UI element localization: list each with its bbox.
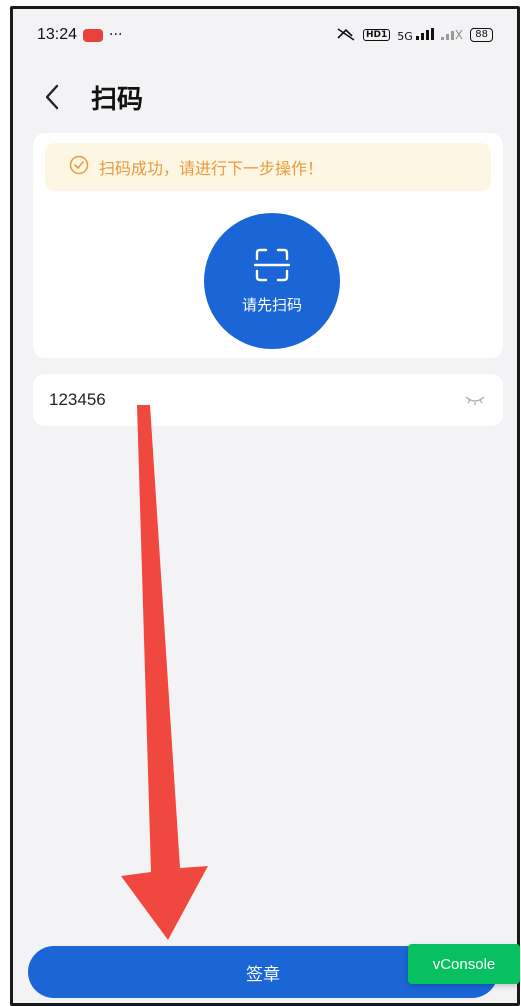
more-notifications-icon: ···	[109, 27, 123, 43]
hd-badge: HD1	[362, 29, 391, 41]
phone-screen: 13:24 ··· HD1 5G 88 扫码 扫码成功，请进行下一步操作！ 请先…	[10, 6, 520, 1006]
scan-button[interactable]: 请先扫码	[204, 213, 340, 349]
status-time: 13:24	[37, 26, 78, 43]
silent-icon	[336, 27, 356, 44]
password-row	[33, 374, 503, 426]
nav-bar: 扫码	[13, 61, 517, 133]
password-input[interactable]	[49, 390, 463, 410]
scan-button-label: 请先扫码	[241, 295, 302, 314]
check-circle-icon	[69, 155, 89, 179]
signal-2-icon	[441, 28, 463, 43]
notification-icon	[83, 28, 104, 42]
scan-card: 扫码成功，请进行下一步操作！ 请先扫码	[33, 133, 503, 358]
success-tip: 扫码成功，请进行下一步操作！	[45, 143, 491, 191]
status-icons: HD1 5G 88	[336, 27, 493, 44]
tip-text: 扫码成功，请进行下一步操作！	[99, 159, 324, 178]
screenshot-frame: 13:24 ··· HD1 5G 88 扫码 扫码成功，请进行下一步操作！ 请先…	[0, 0, 521, 1006]
page-title: 扫码	[91, 84, 144, 115]
scan-frame-icon	[253, 248, 291, 286]
network-type-label: 5G	[397, 29, 413, 43]
eye-closed-icon[interactable]	[463, 392, 487, 408]
vconsole-button[interactable]: vConsole	[408, 944, 520, 984]
battery-icon: 88	[470, 28, 493, 42]
signal-icon: 5G	[397, 27, 435, 43]
chevron-left-icon[interactable]	[37, 82, 67, 112]
status-bar: 13:24 ··· HD1 5G 88	[13, 9, 517, 61]
